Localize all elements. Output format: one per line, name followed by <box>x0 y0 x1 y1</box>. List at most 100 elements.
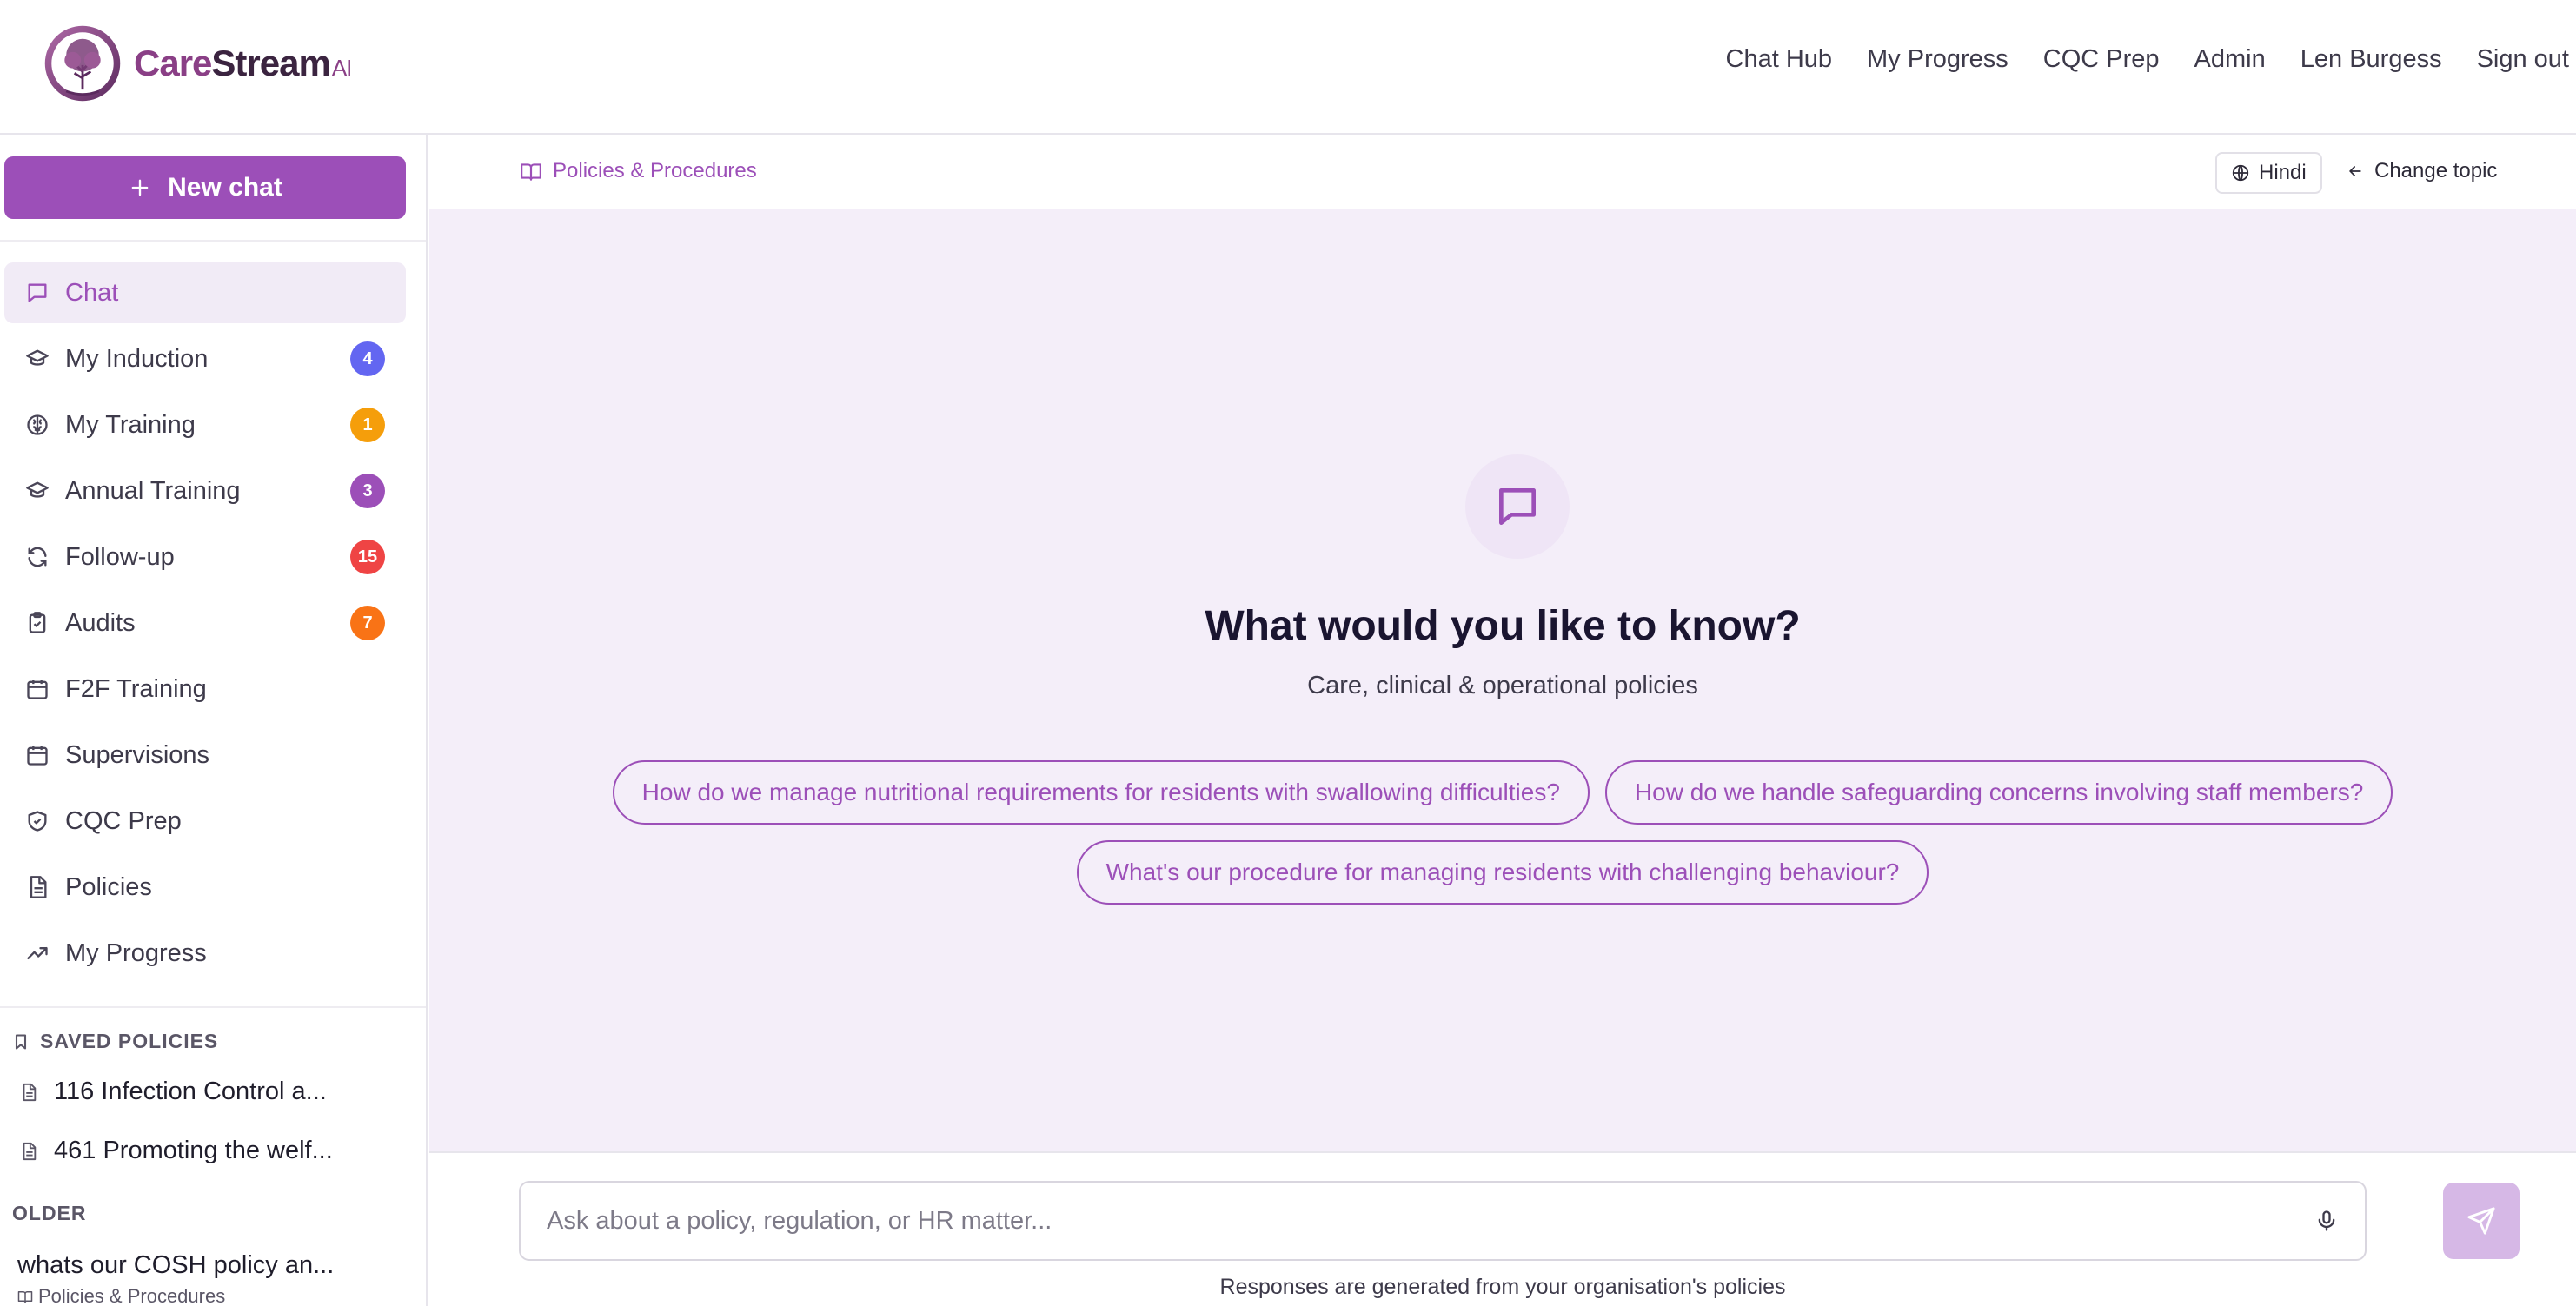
suggestion-row: How do we manage nutritional requirement… <box>612 760 2393 825</box>
count-badge: 7 <box>350 606 385 640</box>
sidebar-item-annual-training[interactable]: Annual Training 3 <box>4 461 406 521</box>
saved-policies-heading-label: SAVED POLICIES <box>40 1030 219 1052</box>
sidebar: New chat Chat My Induction 4 My Training… <box>0 135 428 1306</box>
brand-suffix: AI <box>331 55 353 81</box>
globe-icon <box>2232 164 2249 182</box>
send-button[interactable] <box>2443 1183 2520 1259</box>
document-icon <box>30 876 47 898</box>
suggestion-row: What's our procedure for managing reside… <box>1076 840 1929 905</box>
message-input-box <box>519 1181 2367 1261</box>
document-icon <box>23 1142 37 1160</box>
conversation-topic: Policies & Procedures <box>17 1285 334 1306</box>
bookmark-icon <box>15 1033 27 1050</box>
sidebar-item-label: My Training <box>65 410 196 439</box>
nav-my-progress[interactable]: My Progress <box>1867 45 2008 74</box>
brain-icon <box>27 414 48 435</box>
shield-check-icon <box>28 811 47 832</box>
brand-name: Care Stream AI <box>134 43 353 84</box>
sidebar-item-my-induction[interactable]: My Induction 4 <box>4 328 406 389</box>
calendar-icon <box>27 746 48 766</box>
brand-name-part1: Care <box>134 43 212 83</box>
suggestion-chip[interactable]: What's our procedure for managing reside… <box>1076 840 1929 905</box>
conversation-title: whats our COSH policy an... <box>17 1251 335 1279</box>
sidebar-item-my-progress[interactable]: My Progress <box>4 923 406 984</box>
sidebar-item-label: Policies <box>65 872 152 901</box>
trending-up-icon <box>27 947 48 959</box>
plus-icon <box>131 179 149 196</box>
sidebar-nav: Chat My Induction 4 My Training 1 Annual… <box>4 262 406 989</box>
nav-admin[interactable]: Admin <box>2194 45 2266 74</box>
top-nav: Chat Hub My Progress CQC Prep Admin Len … <box>1726 45 2570 74</box>
change-topic-button[interactable]: Change topic <box>2347 159 2497 183</box>
clipboard-check-icon <box>29 612 46 633</box>
sidebar-item-label: Supervisions <box>65 740 210 769</box>
current-topic: Policies & Procedures <box>520 159 757 183</box>
microphone-icon[interactable] <box>2314 1209 2339 1233</box>
book-open-icon <box>521 163 541 181</box>
brand-name-part2: Stream <box>211 43 330 83</box>
chat-canvas: What would you like to know? Care, clini… <box>429 209 2576 1151</box>
count-badge: 3 <box>350 474 385 508</box>
hero-chat-icon-circle <box>1465 454 1570 559</box>
send-icon <box>2467 1207 2495 1235</box>
book-open-icon <box>17 1291 33 1303</box>
sidebar-item-label: Audits <box>65 608 136 637</box>
chat-icon <box>1499 488 1536 525</box>
message-input[interactable] <box>547 1183 2285 1259</box>
hero-title: What would you like to know? <box>1205 603 1801 649</box>
sidebar-item-my-training[interactable]: My Training 1 <box>4 394 406 455</box>
conversation-topic-label: Policies & Procedures <box>38 1285 226 1306</box>
sidebar-item-label: My Progress <box>65 938 207 967</box>
sidebar-divider <box>0 1006 426 1008</box>
older-heading: OLDER <box>12 1202 87 1225</box>
sidebar-item-f2f-training[interactable]: F2F Training <box>4 659 406 719</box>
calendar-icon <box>27 680 48 699</box>
suggestion-chip[interactable]: How do we manage nutritional requirement… <box>612 760 1590 825</box>
saved-policy-item[interactable]: 461 Promoting the welf... <box>19 1137 333 1165</box>
new-chat-button[interactable]: New chat <box>4 156 406 219</box>
sidebar-item-label: My Induction <box>65 344 209 373</box>
sidebar-item-label: F2F Training <box>65 674 207 703</box>
composer: Responses are generated from your organi… <box>429 1151 2576 1306</box>
sidebar-item-policies[interactable]: Policies <box>4 857 406 918</box>
count-badge: 4 <box>350 341 385 376</box>
document-icon <box>23 1083 37 1101</box>
new-chat-label: New chat <box>168 173 282 202</box>
saved-policy-title: 461 Promoting the welf... <box>54 1137 333 1164</box>
sidebar-item-label: Annual Training <box>65 476 241 505</box>
tree-logo-icon <box>44 25 121 102</box>
brand-logo[interactable]: Care Stream AI <box>42 23 353 104</box>
sidebar-item-label: Follow-up <box>65 542 175 571</box>
suggestion-chip[interactable]: How do we handle safeguarding concerns i… <box>1604 760 2393 825</box>
sidebar-item-chat[interactable]: Chat <box>4 262 406 323</box>
saved-policy-item[interactable]: 116 Infection Control a... <box>19 1077 327 1106</box>
hero-subtitle: Care, clinical & operational policies <box>1307 672 1698 699</box>
sidebar-item-supervisions[interactable]: Supervisions <box>4 725 406 786</box>
sidebar-item-cqc-prep[interactable]: CQC Prep <box>4 791 406 852</box>
sidebar-divider <box>0 240 426 242</box>
saved-policy-title: 116 Infection Control a... <box>54 1077 327 1105</box>
language-button[interactable]: Hindi <box>2215 152 2322 194</box>
topic-bar: Policies & Procedures Hindi Change topic <box>429 136 2576 209</box>
suggestion-chips: How do we manage nutritional requirement… <box>429 760 2576 905</box>
nav-sign-out[interactable]: Sign out <box>2477 45 2569 74</box>
count-badge: 1 <box>350 408 385 442</box>
language-label: Hindi <box>2259 161 2307 184</box>
conversation-item[interactable]: whats our COSH policy an... Policies & P… <box>17 1251 334 1306</box>
current-topic-label: Policies & Procedures <box>553 159 757 182</box>
nav-chat-hub[interactable]: Chat Hub <box>1726 45 1833 74</box>
sidebar-item-audits[interactable]: Audits 7 <box>4 593 406 653</box>
change-topic-label: Change topic <box>2374 159 2498 182</box>
graduation-cap-icon <box>26 349 49 366</box>
sidebar-item-label: CQC Prep <box>65 806 182 835</box>
nav-user-name[interactable]: Len Burgess <box>2300 45 2442 74</box>
chat-icon <box>28 283 47 302</box>
sidebar-item-label: Chat <box>65 278 119 307</box>
arrow-left-icon <box>2348 166 2361 176</box>
top-header: Care Stream AI Chat Hub My Progress CQC Pr… <box>0 0 2576 135</box>
nav-cqc-prep[interactable]: CQC Prep <box>2043 45 2160 74</box>
saved-policies-heading: SAVED POLICIES <box>12 1030 218 1053</box>
graduation-cap-icon <box>26 481 49 498</box>
sidebar-item-follow-up[interactable]: Follow-up 15 <box>4 527 406 587</box>
footnote: Responses are generated from your organi… <box>1219 1275 1786 1299</box>
